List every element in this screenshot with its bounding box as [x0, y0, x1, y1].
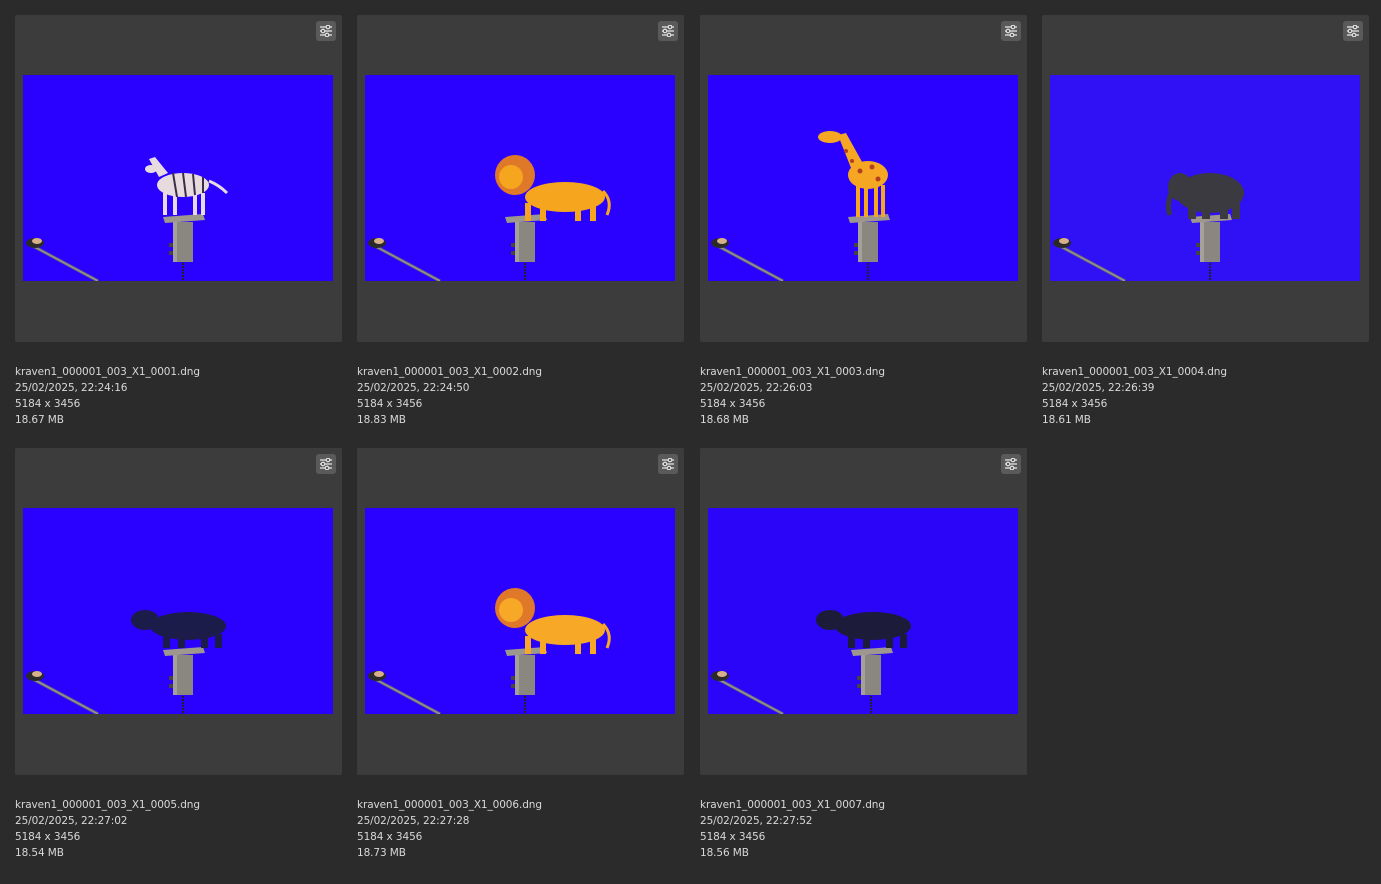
photo-filesize: 18.56 MB: [700, 847, 749, 859]
sliders-adjust-icon: [1004, 25, 1018, 37]
photo-filename: kraven1_000001_003_X1_0007.dng: [700, 799, 885, 811]
sliders-adjust-icon: [319, 458, 333, 470]
photo-card[interactable]: kraven1_000001_003_X1_0003.dng 25/02/202…: [700, 15, 1027, 428]
photo-card[interactable]: kraven1_000001_003_X1_0006.dng 25/02/202…: [357, 448, 684, 861]
photo-filename: kraven1_000001_003_X1_0003.dng: [700, 366, 885, 378]
thumbnail-frame[interactable]: [15, 15, 342, 342]
photo-filesize: 18.61 MB: [1042, 414, 1091, 426]
photo-datetime: 25/02/2025, 22:24:16: [15, 382, 128, 394]
photo-filesize: 18.73 MB: [357, 847, 406, 859]
photo-metadata: kraven1_000001_003_X1_0006.dng 25/02/202…: [357, 797, 684, 861]
photo-dimensions: 5184 x 3456: [15, 831, 81, 843]
photo-card[interactable]: kraven1_000001_003_X1_0002.dng 25/02/202…: [357, 15, 684, 428]
photo-grid: kraven1_000001_003_X1_0001.dng 25/02/202…: [0, 0, 1381, 884]
photo-card[interactable]: kraven1_000001_003_X1_0007.dng 25/02/202…: [700, 448, 1027, 861]
photo-metadata: kraven1_000001_003_X1_0004.dng 25/02/202…: [1042, 364, 1369, 428]
adjust-settings-button[interactable]: [658, 454, 678, 474]
photo-filename: kraven1_000001_003_X1_0004.dng: [1042, 366, 1227, 378]
photo-card[interactable]: kraven1_000001_003_X1_0004.dng 25/02/202…: [1042, 15, 1369, 428]
sliders-adjust-icon: [1346, 25, 1360, 37]
photo-filesize: 18.83 MB: [357, 414, 406, 426]
photo-filename: kraven1_000001_003_X1_0006.dng: [357, 799, 542, 811]
photo-dimensions: 5184 x 3456: [357, 831, 423, 843]
sliders-adjust-icon: [661, 458, 675, 470]
photo-filesize: 18.67 MB: [15, 414, 64, 426]
photo-dimensions: 5184 x 3456: [357, 398, 423, 410]
sliders-adjust-icon: [319, 25, 333, 37]
photo-datetime: 25/02/2025, 22:27:02: [15, 815, 128, 827]
photo-dimensions: 5184 x 3456: [1042, 398, 1108, 410]
photo-thumbnail[interactable]: [23, 75, 333, 281]
thumbnail-frame[interactable]: [700, 15, 1027, 342]
adjust-settings-button[interactable]: [316, 454, 336, 474]
adjust-settings-button[interactable]: [1343, 21, 1363, 41]
thumbnail-frame[interactable]: [357, 448, 684, 775]
thumbnail-frame[interactable]: [700, 448, 1027, 775]
adjust-settings-button[interactable]: [316, 21, 336, 41]
photo-thumbnail[interactable]: [1050, 75, 1360, 281]
adjust-settings-button[interactable]: [1001, 21, 1021, 41]
thumbnail-frame[interactable]: [357, 15, 684, 342]
photo-datetime: 25/02/2025, 22:26:39: [1042, 382, 1155, 394]
photo-thumbnail[interactable]: [23, 508, 333, 714]
adjust-settings-button[interactable]: [1001, 454, 1021, 474]
photo-datetime: 25/02/2025, 22:24:50: [357, 382, 470, 394]
photo-thumbnail[interactable]: [708, 75, 1018, 281]
photo-thumbnail[interactable]: [708, 508, 1018, 714]
thumbnail-frame[interactable]: [1042, 15, 1369, 342]
photo-datetime: 25/02/2025, 22:27:28: [357, 815, 470, 827]
photo-card[interactable]: kraven1_000001_003_X1_0005.dng 25/02/202…: [15, 448, 342, 861]
photo-metadata: kraven1_000001_003_X1_0005.dng 25/02/202…: [15, 797, 342, 861]
photo-datetime: 25/02/2025, 22:26:03: [700, 382, 813, 394]
photo-thumbnail[interactable]: [365, 75, 675, 281]
photo-dimensions: 5184 x 3456: [700, 831, 766, 843]
photo-metadata: kraven1_000001_003_X1_0002.dng 25/02/202…: [357, 364, 684, 428]
photo-filesize: 18.68 MB: [700, 414, 749, 426]
thumbnail-frame[interactable]: [15, 448, 342, 775]
photo-dimensions: 5184 x 3456: [15, 398, 81, 410]
photo-metadata: kraven1_000001_003_X1_0001.dng 25/02/202…: [15, 364, 342, 428]
photo-metadata: kraven1_000001_003_X1_0007.dng 25/02/202…: [700, 797, 1027, 861]
photo-filesize: 18.54 MB: [15, 847, 64, 859]
photo-filename: kraven1_000001_003_X1_0001.dng: [15, 366, 200, 378]
photo-datetime: 25/02/2025, 22:27:52: [700, 815, 813, 827]
photo-dimensions: 5184 x 3456: [700, 398, 766, 410]
photo-filename: kraven1_000001_003_X1_0005.dng: [15, 799, 200, 811]
sliders-adjust-icon: [661, 25, 675, 37]
sliders-adjust-icon: [1004, 458, 1018, 470]
adjust-settings-button[interactable]: [658, 21, 678, 41]
photo-metadata: kraven1_000001_003_X1_0003.dng 25/02/202…: [700, 364, 1027, 428]
photo-thumbnail[interactable]: [365, 508, 675, 714]
photo-card[interactable]: kraven1_000001_003_X1_0001.dng 25/02/202…: [15, 15, 342, 428]
photo-filename: kraven1_000001_003_X1_0002.dng: [357, 366, 542, 378]
